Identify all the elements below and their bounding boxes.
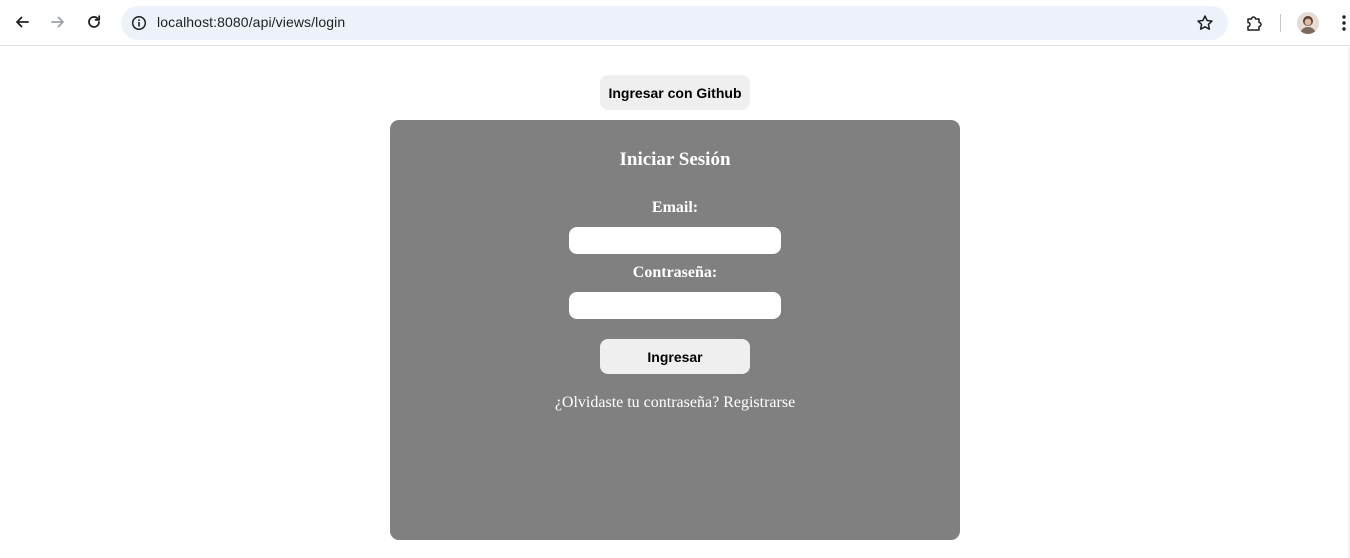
browser-menu-button[interactable] (1334, 12, 1350, 34)
address-bar[interactable]: localhost:8080/api/views/login (121, 6, 1228, 40)
reload-icon (88, 15, 101, 28)
register-link[interactable]: Registrarse (723, 394, 795, 411)
password-label: Contraseña: (632, 264, 718, 281)
github-login-button[interactable]: Ingresar con Github (600, 75, 750, 110)
form-links: ¿Olvidaste tu contraseña? Registrarse (390, 394, 960, 412)
avatar-icon (1297, 12, 1319, 34)
form-title: Iniciar Sesión (619, 149, 731, 170)
forgot-password-link[interactable]: ¿Olvidaste tu contraseña? (555, 394, 719, 411)
forward-button[interactable] (43, 7, 73, 37)
email-field[interactable] (569, 227, 781, 254)
bookmark-button[interactable] (1194, 12, 1216, 34)
back-button[interactable] (7, 7, 37, 37)
forward-arrow-icon (51, 16, 64, 28)
site-info-button[interactable] (127, 11, 151, 35)
info-icon (131, 15, 147, 31)
email-label: Email: (651, 199, 699, 216)
password-field[interactable] (569, 292, 781, 319)
browser-toolbar: localhost:8080/api/views/login (0, 0, 1350, 46)
toolbar-divider (1280, 14, 1281, 32)
puzzle-icon (1247, 16, 1262, 31)
profile-avatar[interactable] (1297, 12, 1319, 34)
star-icon (1197, 15, 1213, 30)
url-text[interactable]: localhost:8080/api/views/login (157, 14, 345, 30)
reload-button[interactable] (79, 7, 109, 37)
login-form: Iniciar Sesión Email: Contraseña: Ingres… (390, 120, 960, 540)
kebab-menu-icon (1342, 15, 1346, 31)
extensions-button[interactable] (1242, 10, 1268, 36)
back-arrow-icon (16, 16, 29, 28)
page-content: Ingresar con Github Iniciar Sesión Email… (0, 47, 1350, 558)
submit-button[interactable]: Ingresar (600, 339, 750, 374)
